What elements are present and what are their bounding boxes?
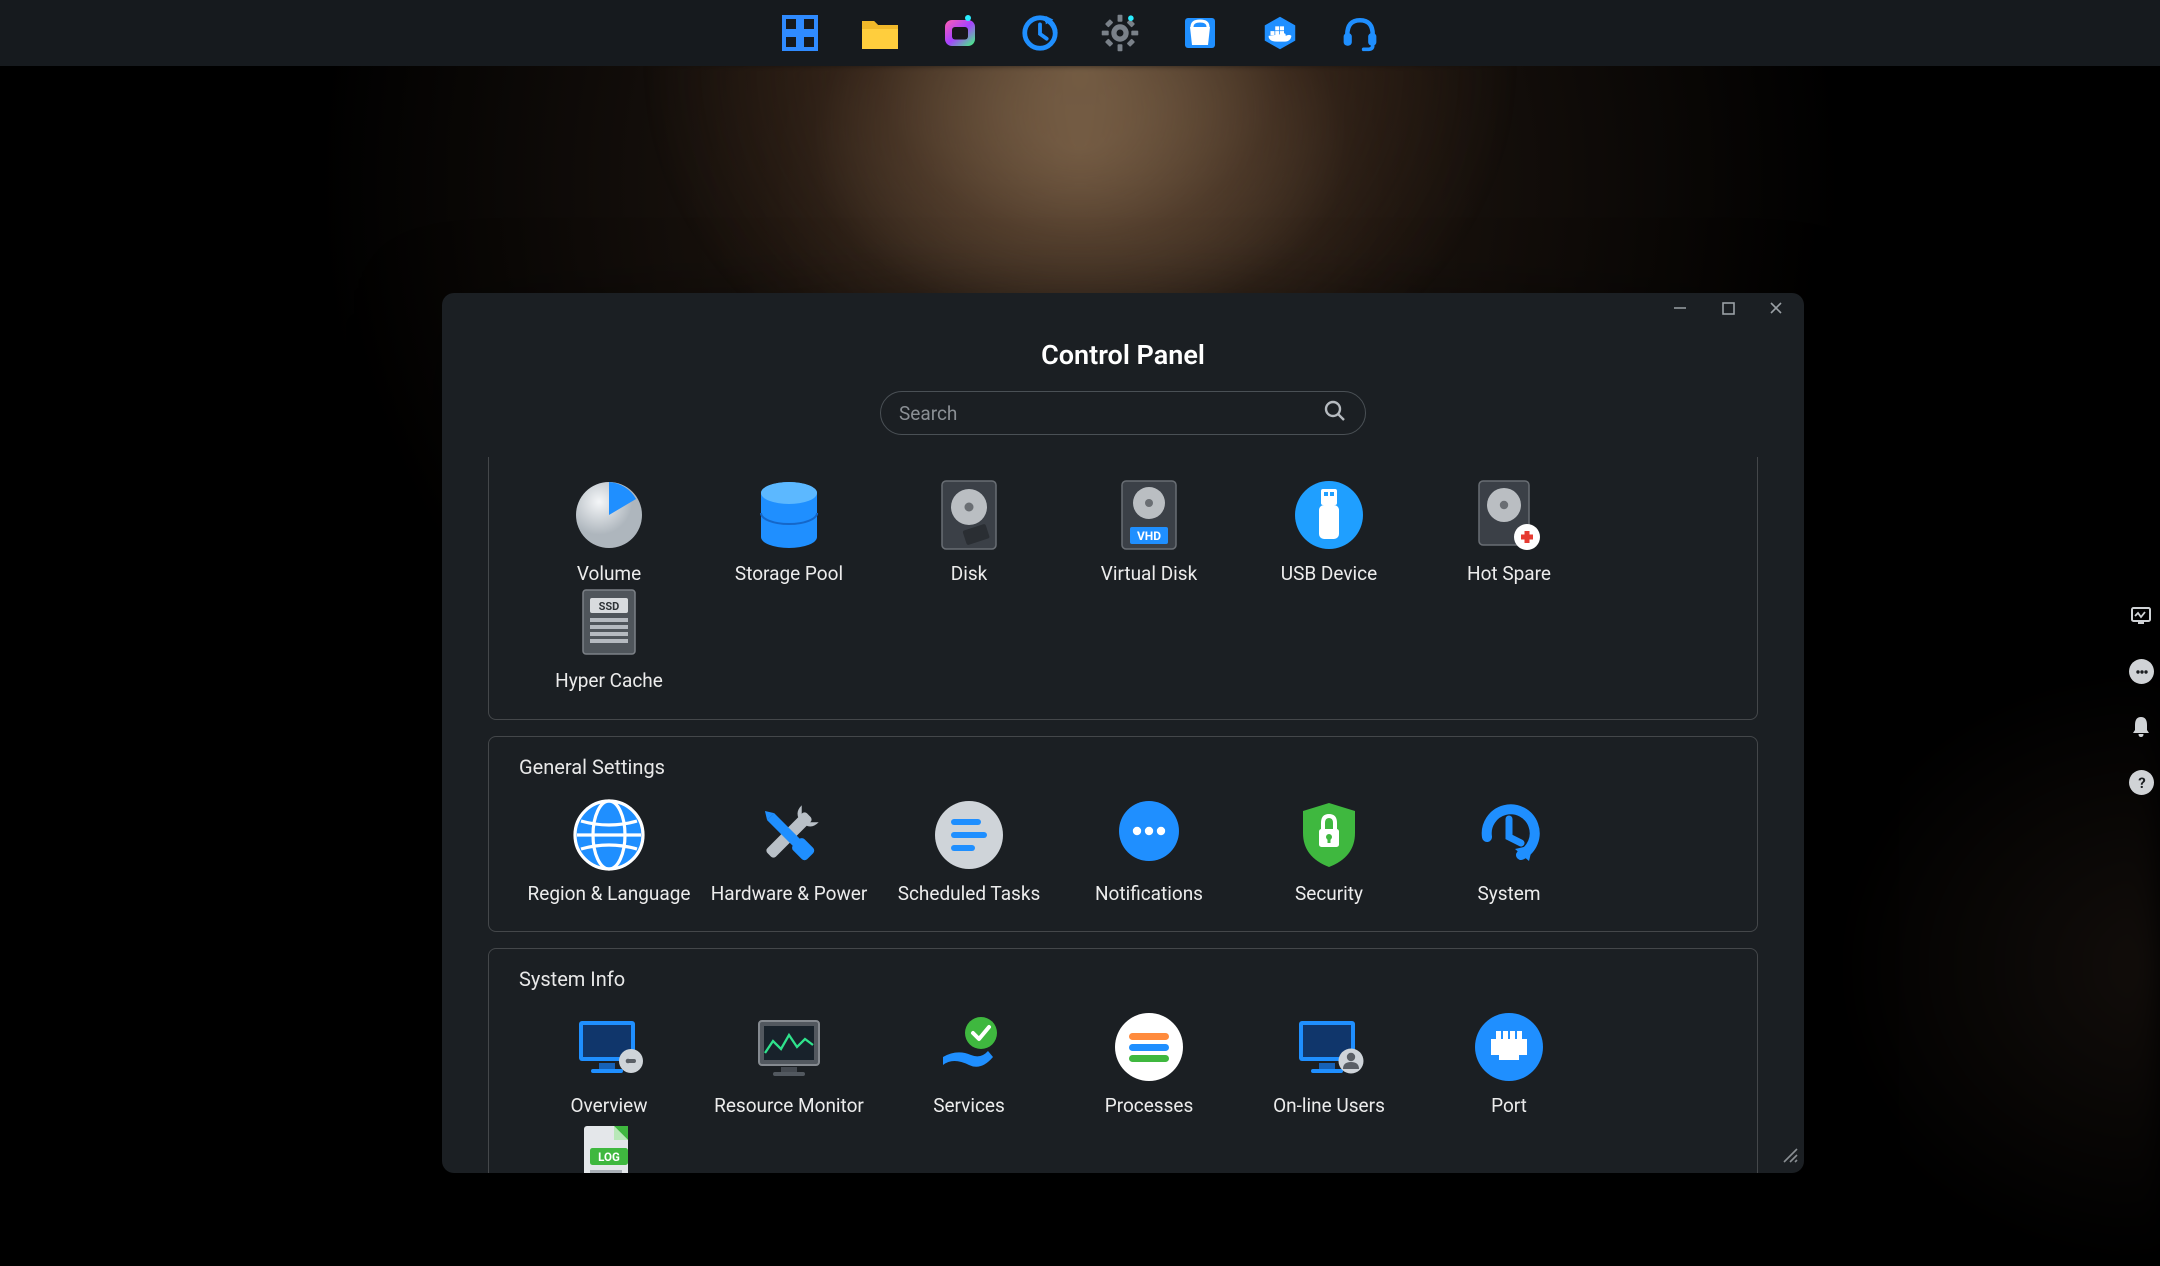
section-storage: Volume Storage Pool [488,457,1758,720]
item-label: Services [933,1095,1005,1118]
item-overview[interactable]: Overview [519,1011,699,1118]
item-online-users[interactable]: On-line Users [1239,1011,1419,1118]
tools-icon [753,799,825,871]
item-virtual-disk[interactable]: VHD Virtual Disk [1059,479,1239,586]
volume-icon [573,479,645,551]
maximize-button[interactable] [1718,298,1738,318]
item-hot-spare[interactable]: Hot Spare [1419,479,1599,586]
taskbar-files-icon[interactable] [860,13,900,53]
taskbar-media-icon[interactable] [940,13,980,53]
item-label: Hardware & Power [711,883,868,906]
storage-pool-icon [753,479,825,551]
online-users-icon [1293,1011,1365,1083]
minimize-button[interactable] [1670,298,1690,318]
item-label: Notifications [1095,883,1203,906]
usb-device-icon [1293,479,1365,551]
globe-icon [573,799,645,871]
top-taskbar [0,0,2160,66]
item-label: Hot Spare [1467,563,1551,586]
item-label: Virtual Disk [1101,563,1198,586]
item-scheduled-tasks[interactable]: Scheduled Tasks [879,799,1059,906]
search-input[interactable] [899,402,1323,425]
item-resource-monitor[interactable]: Resource Monitor [699,1011,879,1118]
port-icon [1473,1011,1545,1083]
system-icon [1473,799,1545,871]
svg-text:LOG: LOG [598,1150,620,1164]
item-label: Resource Monitor [714,1095,864,1118]
taskbar-settings-icon[interactable] [1100,13,1140,53]
security-icon [1293,799,1365,871]
item-storage-pool[interactable]: Storage Pool [699,479,879,586]
item-processes[interactable]: Processes [1059,1011,1239,1118]
item-label: USB Device [1281,563,1377,586]
item-label: Security [1295,883,1363,906]
item-usb-device[interactable]: USB Device [1239,479,1419,586]
system-log-icon: LOG [573,1118,645,1173]
item-label: System [1477,883,1540,906]
resize-handle[interactable] [1780,1145,1798,1167]
svg-text:VHD: VHD [1137,529,1161,543]
section-title: System Info [519,967,1727,991]
item-hardware-power[interactable]: Hardware & Power [699,799,879,906]
scheduled-icon [933,799,1005,871]
tray-chat-icon[interactable] [2129,659,2154,684]
item-region-language[interactable]: Region & Language [519,799,699,906]
resource-monitor-icon [753,1011,825,1083]
item-label: Region & Language [528,883,691,906]
item-port[interactable]: Port [1419,1011,1599,1118]
close-button[interactable] [1766,298,1786,318]
svg-text:?: ? [2138,774,2145,792]
item-system-log[interactable]: LOG System Log [519,1118,699,1173]
item-hyper-cache[interactable]: SSD Hyper Cache [519,586,699,693]
search-box[interactable] [880,391,1366,435]
virtual-disk-icon: VHD [1113,479,1185,551]
services-icon [933,1011,1005,1083]
svg-text:SSD: SSD [599,600,620,613]
right-tray: ? [2129,604,2154,795]
item-label: Port [1491,1095,1527,1118]
disk-icon [933,479,1005,551]
overview-icon [573,1011,645,1083]
item-label: Volume [577,563,641,586]
item-services[interactable]: Services [879,1011,1059,1118]
taskbar-apps-icon[interactable] [780,13,820,53]
taskbar-backup-icon[interactable] [1020,13,1060,53]
item-volume[interactable]: Volume [519,479,699,586]
item-label: On-line Users [1273,1095,1385,1118]
search-icon [1323,399,1347,427]
item-system[interactable]: System [1419,799,1599,906]
section-system-info: System Info [488,948,1758,1173]
taskbar-support-icon[interactable] [1340,13,1380,53]
control-panel-window: Control Panel [442,293,1804,1173]
tray-help-icon[interactable]: ? [2129,770,2154,795]
item-label: Disk [951,563,988,586]
item-notifications[interactable]: Notifications [1059,799,1239,906]
item-disk[interactable]: Disk [879,479,1059,586]
tray-dashboard-icon[interactable] [2129,604,2153,628]
item-label: Overview [570,1095,647,1118]
search-container [442,391,1804,435]
section-title: General Settings [519,755,1727,779]
item-label: Scheduled Tasks [898,883,1041,906]
hyper-cache-icon: SSD [573,586,645,658]
window-titlebar [442,293,1804,323]
window-title: Control Panel [442,339,1804,371]
item-label: Storage Pool [735,563,843,586]
tray-bell-icon[interactable] [2129,715,2153,739]
item-security[interactable]: Security [1239,799,1419,906]
processes-icon [1113,1011,1185,1083]
hot-spare-icon [1473,479,1545,551]
item-label: Hyper Cache [555,670,663,693]
taskbar-store-icon[interactable] [1180,13,1220,53]
section-general-settings: General Settings [488,736,1758,933]
taskbar-docker-icon[interactable] [1260,13,1300,53]
item-label: Processes [1105,1095,1194,1118]
notifications-icon [1113,799,1185,871]
content-area: Volume Storage Pool [442,457,1804,1173]
